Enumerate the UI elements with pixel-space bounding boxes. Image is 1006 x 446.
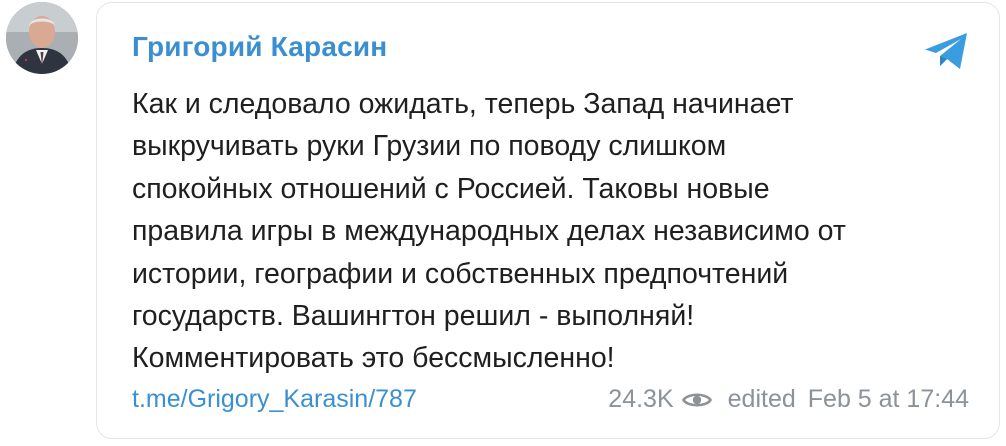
view-count: 24.3K — [608, 385, 674, 413]
post-timestamp: Feb 5 at 17:44 — [807, 385, 969, 413]
post-meta: 24.3K edited Feb 5 at 17:44 — [608, 385, 969, 414]
post-link[interactable]: t.me/Grigory_Karasin/787 — [132, 385, 417, 414]
edited-label: edited — [727, 385, 796, 413]
avatar-photo — [6, 2, 78, 74]
author-avatar[interactable] — [6, 2, 78, 74]
eye-icon — [681, 392, 712, 407]
post-message-text: Как и следовало ожидать, теперь Запад на… — [132, 88, 846, 375]
channel-post-card: Григорий Карасин Как и следовало ожидать… — [96, 2, 1000, 439]
post-author-name[interactable]: Григорий Карасин — [132, 31, 387, 63]
telegram-icon[interactable] — [923, 31, 971, 71]
